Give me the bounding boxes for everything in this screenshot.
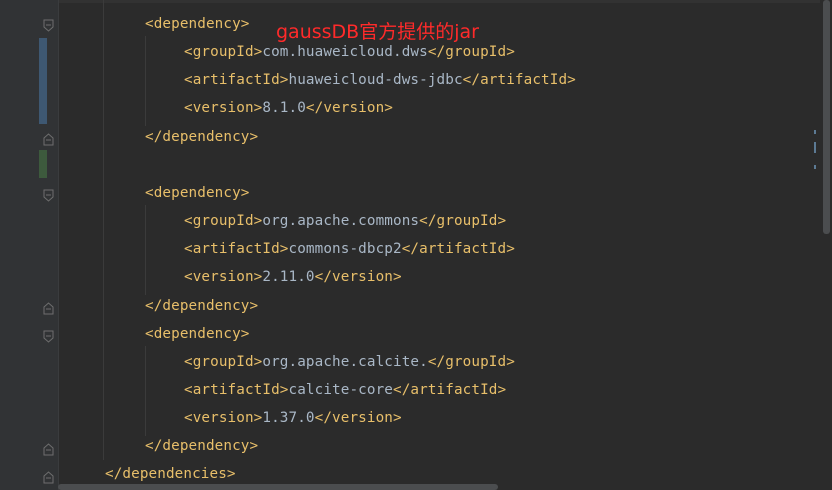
horizontal-scrollbar-thumb[interactable] bbox=[58, 484, 498, 490]
fold-open-icon[interactable] bbox=[43, 330, 54, 343]
code-line[interactable]: <artifactId>calcite-core</artifactId> bbox=[184, 378, 506, 402]
code-text: org.apache.calcite. bbox=[262, 354, 428, 370]
code-close-tag: </version> bbox=[314, 269, 402, 285]
change-stripe-marker[interactable] bbox=[814, 130, 816, 134]
code-line[interactable]: <dependency> bbox=[145, 181, 250, 205]
vcs-modified-marker[interactable] bbox=[39, 38, 47, 124]
code-line[interactable]: </dependencies> bbox=[105, 462, 236, 486]
code-editor[interactable]: <dependency> <groupId>com.huaweicloud.dws… bbox=[0, 0, 832, 490]
change-stripe-marker[interactable] bbox=[814, 165, 816, 169]
code-line[interactable]: </dependency> bbox=[145, 294, 258, 318]
fold-close-icon[interactable] bbox=[43, 471, 54, 484]
code-open-tag: <groupId> bbox=[184, 44, 263, 60]
indent-guide bbox=[145, 36, 146, 126]
indent-guide bbox=[103, 0, 104, 460]
code-text: huaweicloud-dws-jdbc bbox=[288, 72, 463, 88]
code-open-tag: <version> bbox=[184, 100, 263, 116]
code-close-tag: </artifactId> bbox=[401, 241, 515, 257]
code-line[interactable]: <groupId>org.apache.commons</groupId> bbox=[184, 209, 506, 233]
code-open-tag: </dependencies> bbox=[105, 466, 236, 482]
code-line[interactable]: <version>2.11.0</version> bbox=[184, 265, 402, 289]
code-open-tag: <dependency> bbox=[145, 326, 250, 342]
fold-open-icon[interactable] bbox=[43, 19, 54, 32]
fold-close-icon[interactable] bbox=[43, 133, 54, 146]
code-line[interactable]: <version>8.1.0</version> bbox=[184, 96, 393, 120]
fold-close-icon[interactable] bbox=[43, 302, 54, 315]
code-open-tag: </dependency> bbox=[145, 438, 259, 454]
code-open-tag: <artifactId> bbox=[184, 241, 289, 257]
code-line[interactable]: <artifactId>huaweicloud-dws-jdbc</artifa… bbox=[184, 68, 576, 92]
code-open-tag: <version> bbox=[184, 410, 263, 426]
code-close-tag: </version> bbox=[305, 100, 393, 116]
code-open-tag: </dependency> bbox=[145, 298, 259, 314]
code-text: commons-dbcp2 bbox=[288, 241, 402, 257]
code-line[interactable]: </dependency> bbox=[145, 125, 258, 149]
code-text: 1.37.0 bbox=[262, 410, 315, 426]
code-line[interactable]: </dependency> bbox=[145, 434, 258, 458]
code-close-tag: </groupId> bbox=[427, 44, 515, 60]
code-line[interactable]: <dependency> bbox=[145, 322, 250, 346]
code-line[interactable]: <version>1.37.0</version> bbox=[184, 406, 402, 430]
code-open-tag: <groupId> bbox=[184, 213, 263, 229]
change-stripe-marker[interactable] bbox=[814, 142, 816, 153]
code-open-tag: <artifactId> bbox=[184, 382, 289, 398]
code-line[interactable]: <artifactId>commons-dbcp2</artifactId> bbox=[184, 237, 515, 261]
vcs-added-marker[interactable] bbox=[39, 150, 47, 178]
code-text: com.huaweicloud.dws bbox=[262, 44, 428, 60]
code-close-tag: </artifactId> bbox=[462, 72, 576, 88]
code-open-tag: </dependency> bbox=[145, 129, 259, 145]
editor-gutter[interactable] bbox=[0, 0, 58, 490]
fold-open-icon[interactable] bbox=[43, 189, 54, 202]
code-close-tag: </version> bbox=[314, 410, 402, 426]
indent-guide bbox=[145, 205, 146, 295]
code-text: org.apache.commons bbox=[262, 213, 420, 229]
code-line[interactable]: <groupId>org.apache.calcite.</groupId> bbox=[184, 350, 515, 374]
editor-top-border bbox=[0, 0, 832, 3]
code-text: calcite-core bbox=[288, 382, 393, 398]
indent-guide bbox=[145, 346, 146, 436]
fold-close-icon[interactable] bbox=[43, 443, 54, 456]
code-open-tag: <groupId> bbox=[184, 354, 263, 370]
code-close-tag: </groupId> bbox=[419, 213, 507, 229]
code-open-tag: <dependency> bbox=[145, 185, 250, 201]
code-open-tag: <artifactId> bbox=[184, 72, 289, 88]
code-open-tag: <dependency> bbox=[145, 16, 250, 32]
code-text: 2.11.0 bbox=[262, 269, 315, 285]
code-open-tag: <version> bbox=[184, 269, 263, 285]
code-close-tag: </groupId> bbox=[427, 354, 515, 370]
gutter-separator bbox=[58, 0, 59, 490]
vertical-scrollbar-thumb[interactable] bbox=[823, 0, 830, 234]
code-text: 8.1.0 bbox=[262, 100, 306, 116]
code-line[interactable]: <dependency> bbox=[145, 12, 250, 36]
annotation-label: gaussDB官方提供的jar bbox=[276, 21, 479, 43]
code-close-tag: </artifactId> bbox=[393, 382, 507, 398]
